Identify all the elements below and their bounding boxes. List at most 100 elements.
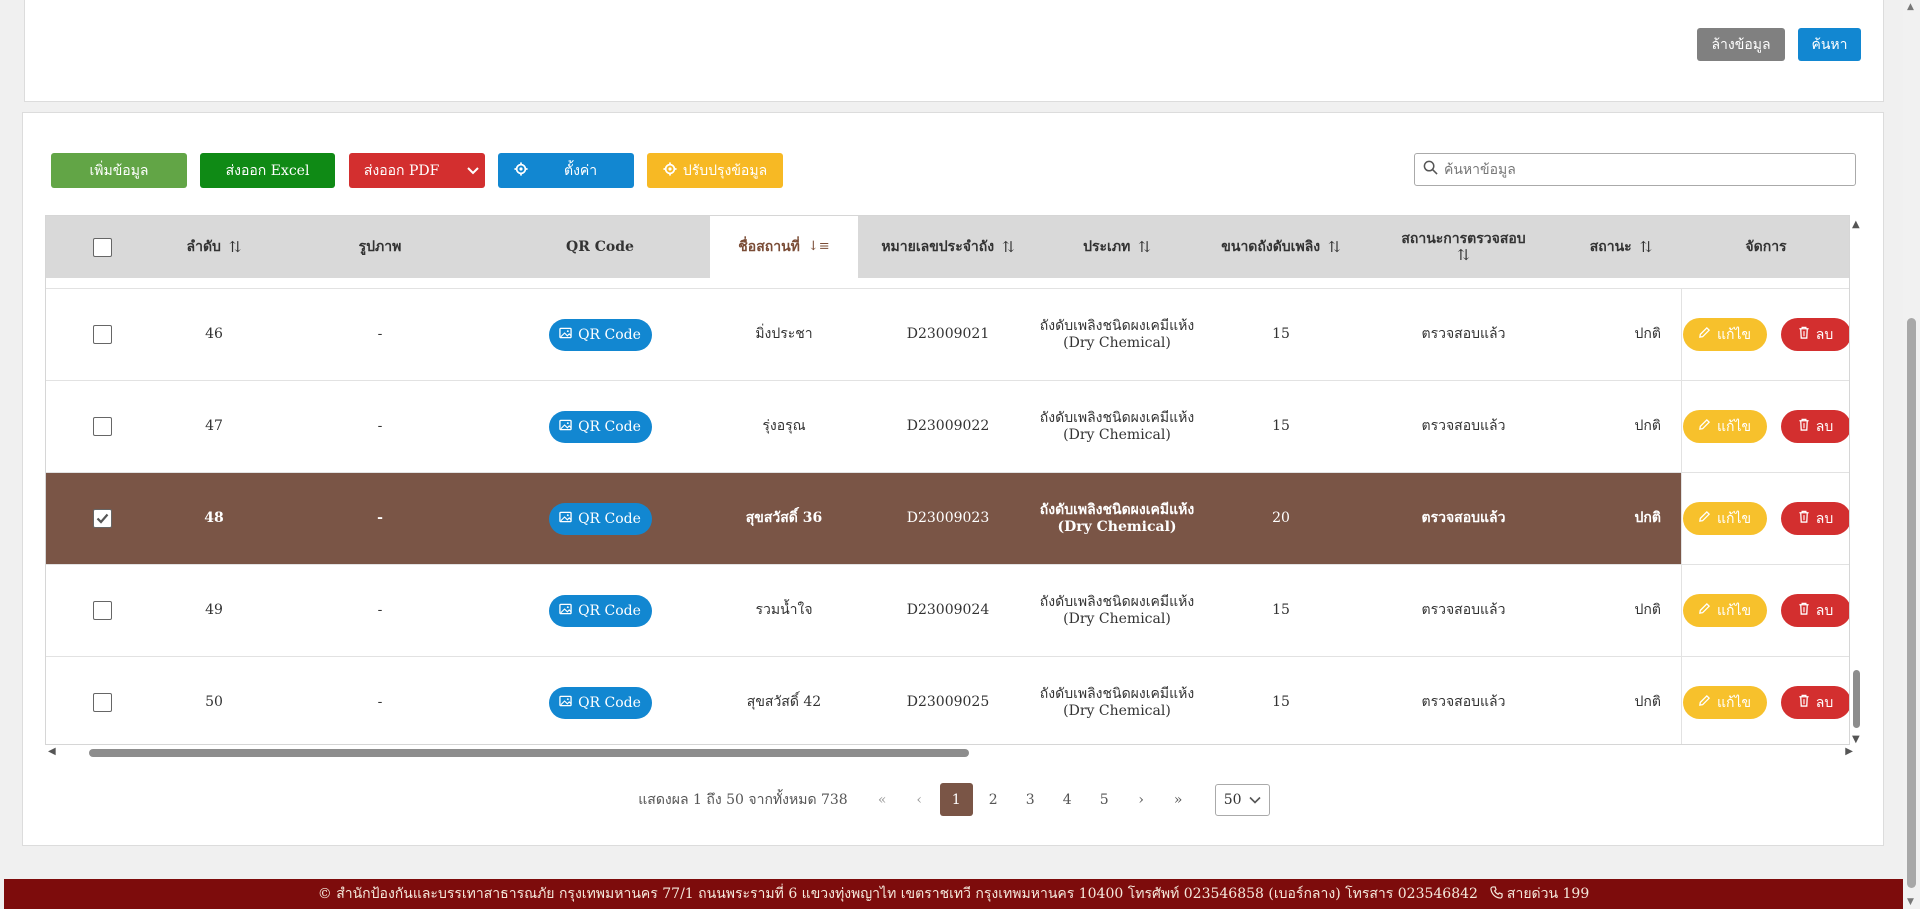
edit-button[interactable]: แก้ไข: [1682, 686, 1767, 719]
prev-page-button[interactable]: ‹: [903, 783, 936, 816]
qr-code-button[interactable]: QR Code: [548, 594, 652, 627]
sort-icon[interactable]: ⇅: [1328, 239, 1341, 255]
header-order-label: ลำดับ: [186, 239, 221, 255]
page-button-3[interactable]: 3: [1014, 783, 1047, 816]
header-size[interactable]: ขนาดถังดับเพลิง ⇅: [1196, 216, 1366, 278]
row-qr-cell: QR Code: [490, 565, 710, 656]
qr-code-label: QR Code: [578, 602, 641, 619]
row-select-cell: [46, 289, 158, 380]
update-button[interactable]: ปรับปรุงข้อมูล: [647, 153, 783, 188]
select-all-cell: [46, 216, 158, 278]
edit-button[interactable]: แก้ไข: [1682, 410, 1767, 443]
header-status[interactable]: สถานะ ⇅: [1561, 216, 1681, 278]
row-order: 49: [205, 602, 223, 618]
scroll-thumb[interactable]: [1853, 670, 1860, 728]
qr-code-button[interactable]: QR Code: [548, 686, 652, 719]
table-row[interactable]: 50 - QR Code สุขสวัสดิ์ 42 D23009025 ถัง…: [46, 656, 1849, 744]
qr-code-button[interactable]: QR Code: [548, 318, 652, 351]
header-type[interactable]: ประเภท ⇅: [1038, 216, 1196, 278]
row-status: ปกติ: [1634, 326, 1661, 342]
row-checkbox[interactable]: [92, 325, 112, 344]
edit-button[interactable]: แก้ไข: [1682, 318, 1767, 351]
next-page-button[interactable]: ›: [1125, 783, 1158, 816]
row-order: 46: [205, 326, 223, 342]
header-tank-no[interactable]: หมายเลขประจำถัง ⇅: [858, 216, 1038, 278]
qr-code-button[interactable]: QR Code: [548, 410, 652, 443]
delete-button[interactable]: ลบ: [1780, 318, 1849, 351]
table-horizontal-scrollbar[interactable]: ◀ ▶: [45, 745, 1863, 761]
sort-icon[interactable]: ⇅: [1640, 239, 1653, 255]
delete-button[interactable]: ลบ: [1780, 502, 1849, 535]
scroll-right-icon[interactable]: ▶: [1845, 746, 1853, 757]
table-row[interactable]: 47 - QR Code รุ่งอรุณ D23009022 ถังดับเพ…: [46, 380, 1849, 472]
row-order: 50: [205, 694, 223, 710]
page-button-5[interactable]: 5: [1088, 783, 1121, 816]
search-button[interactable]: ค้นหา: [1798, 28, 1861, 61]
row-tank-no: D23009021: [906, 326, 990, 342]
scroll-up-icon[interactable]: ▲: [1907, 2, 1914, 12]
header-inspection[interactable]: สถานะการตรวจสอบ ⇅: [1366, 216, 1561, 278]
scroll-thumb[interactable]: [89, 749, 969, 757]
trash-icon: [1798, 418, 1810, 435]
delete-button[interactable]: ลบ: [1780, 594, 1849, 627]
pencil-icon: [1698, 326, 1711, 343]
page-button-2[interactable]: 2: [977, 783, 1010, 816]
scroll-up-icon[interactable]: ▲: [1852, 219, 1860, 230]
last-page-button[interactable]: »: [1162, 783, 1195, 816]
table-header: ลำดับ ⇅ รูปภาพ QR Code ชื่อสถานที่ ↓≡ หม…: [46, 216, 1849, 278]
footer: © สำนักป้องกันและบรรเทาสาธารณภัย กรุงเทพ…: [4, 879, 1903, 909]
delete-button[interactable]: ลบ: [1780, 410, 1849, 443]
sort-icon[interactable]: ⇅: [1002, 239, 1015, 255]
settings-button[interactable]: ตั้งค่า: [498, 153, 634, 188]
table-search[interactable]: [1414, 153, 1856, 186]
row-checkbox[interactable]: [92, 601, 112, 620]
table-vertical-scrollbar[interactable]: ▲ ▼: [1850, 215, 1864, 745]
page-scrollbar[interactable]: ▲ ▼: [1903, 0, 1920, 909]
header-order[interactable]: ลำดับ ⇅: [158, 216, 270, 278]
sort-icon[interactable]: ⇅: [1138, 239, 1151, 255]
page-button-1[interactable]: 1: [939, 783, 973, 816]
export-excel-button[interactable]: ส่งออก Excel: [200, 153, 335, 188]
scroll-thumb[interactable]: [1907, 318, 1916, 888]
page-size-select[interactable]: 50: [1214, 783, 1270, 816]
header-place[interactable]: ชื่อสถานที่ ↓≡: [710, 216, 858, 278]
edit-button[interactable]: แก้ไข: [1682, 594, 1767, 627]
edit-button[interactable]: แก้ไข: [1682, 502, 1767, 535]
sort-icon[interactable]: ⇅: [229, 239, 242, 255]
clear-button[interactable]: ล้างข้อมูล: [1697, 28, 1785, 61]
pagination: แสดงผล 1 ถึง 50 จากทั้งหมด 738 « ‹ 1 2 3…: [23, 783, 1885, 816]
export-pdf-button[interactable]: ส่งออก PDF: [349, 153, 485, 188]
chevron-down-icon[interactable]: [460, 153, 485, 188]
row-checkbox-checked[interactable]: [92, 509, 112, 528]
image-icon: [559, 695, 572, 711]
scroll-down-icon[interactable]: ▼: [1852, 734, 1860, 745]
qr-code-button[interactable]: QR Code: [548, 502, 652, 535]
edit-label: แก้ไข: [1716, 510, 1752, 527]
row-status: ปกติ: [1634, 510, 1661, 526]
row-checkbox[interactable]: [92, 693, 112, 712]
row-checkbox[interactable]: [92, 417, 112, 436]
sort-desc-icon[interactable]: ↓≡: [808, 239, 830, 255]
row-actions: แก้ไข ลบ: [1681, 381, 1849, 472]
page-button-4[interactable]: 4: [1051, 783, 1084, 816]
row-tank-no: D23009023: [906, 510, 990, 526]
add-button[interactable]: เพิ่มข้อมูล: [51, 153, 187, 188]
scroll-left-icon[interactable]: ◀: [48, 746, 56, 757]
scroll-down-icon[interactable]: ▼: [1907, 897, 1914, 907]
delete-button[interactable]: ลบ: [1780, 686, 1849, 719]
select-all-checkbox[interactable]: [92, 237, 112, 257]
header-image: รูปภาพ: [270, 216, 490, 278]
first-page-button[interactable]: «: [866, 783, 899, 816]
row-qr-cell: QR Code: [490, 381, 710, 472]
table-search-input[interactable]: [1444, 161, 1844, 178]
header-tank-no-label: หมายเลขประจำถัง: [881, 239, 995, 255]
table-row-selected[interactable]: 48 - QR Code สุขสวัสดิ์ 36 D23009023 ถัง…: [46, 472, 1849, 564]
row-tank-no: D23009022: [906, 418, 990, 434]
phone-icon: [1490, 885, 1503, 903]
search-icon: [1423, 160, 1438, 179]
header-qr-label: QR Code: [566, 239, 634, 255]
sort-icon[interactable]: ⇅: [1457, 247, 1470, 263]
table-row[interactable]: 46 - QR Code มิ่งประชา D23009021 ถังดับเ…: [46, 288, 1849, 380]
table-row[interactable]: 49 - QR Code รวมน้ำใจ D23009024 ถังดับเพ…: [46, 564, 1849, 656]
row-size: 15: [1272, 694, 1290, 710]
